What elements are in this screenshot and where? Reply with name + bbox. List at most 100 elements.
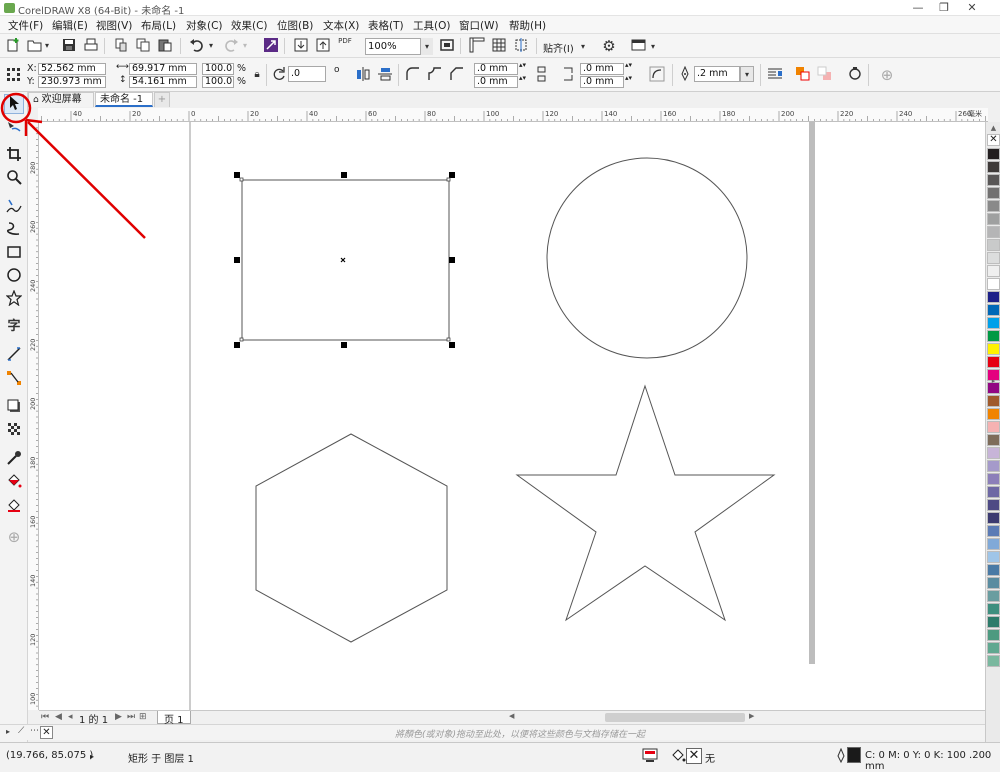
text-tool-icon[interactable]: 字: [4, 317, 24, 337]
round-corner-icon[interactable]: [404, 66, 422, 84]
snap-dropdown-icon[interactable]: ▾: [578, 38, 588, 56]
corner-radius-bottom-right[interactable]: .0 mm: [580, 76, 624, 88]
lock-corners-icon[interactable]: [534, 66, 552, 84]
zoom-dropdown-icon[interactable]: ▾: [420, 38, 433, 55]
palette-swatch[interactable]: [987, 421, 1000, 433]
snap-to-dropdown[interactable]: 贴齐(I): [543, 40, 574, 55]
palette-swatch[interactable]: [987, 447, 1000, 459]
scroll-left-icon[interactable]: ◀: [509, 712, 519, 723]
palette-swatch[interactable]: [987, 174, 1000, 186]
palette-swatch[interactable]: [987, 616, 1000, 628]
text-wrap-icon[interactable]: [766, 66, 784, 84]
palette-swatch[interactable]: [987, 473, 1000, 485]
palette-swatch[interactable]: [987, 239, 1000, 251]
last-page-icon[interactable]: ⏭: [127, 712, 135, 722]
y-position-field[interactable]: 230.973 mm: [38, 76, 106, 88]
redo-dropdown-icon[interactable]: ▾: [240, 37, 250, 55]
palette-menu-icon[interactable]: ▸: [6, 727, 10, 736]
menu-edit[interactable]: 编辑(E): [52, 18, 88, 33]
selection-handle[interactable]: [234, 257, 240, 263]
palette-swatch[interactable]: [987, 408, 1000, 420]
smart-fill-icon[interactable]: [4, 496, 24, 516]
menu-file[interactable]: 文件(F): [8, 18, 43, 33]
shape-tool-icon[interactable]: [4, 119, 24, 139]
palette-swatch[interactable]: [987, 590, 1000, 602]
palette-swatch[interactable]: [987, 395, 1000, 407]
export-icon[interactable]: [314, 37, 332, 55]
palette-swatch[interactable]: [987, 213, 1000, 225]
menu-table[interactable]: 表格(T): [368, 18, 404, 33]
menu-effects[interactable]: 效果(C): [231, 18, 268, 33]
menu-layout[interactable]: 布局(L): [141, 18, 176, 33]
undo-icon[interactable]: [188, 37, 206, 55]
add-property-icon[interactable]: ⊕: [878, 66, 896, 84]
close-button[interactable]: ✕: [960, 0, 984, 16]
print-icon[interactable]: [82, 37, 100, 55]
rotation-angle-field[interactable]: .0: [288, 66, 326, 82]
palette-swatch[interactable]: [987, 551, 1000, 563]
to-front-icon[interactable]: [794, 66, 812, 84]
menu-bitmaps[interactable]: 位图(B): [277, 18, 313, 33]
corner-spinner-icon[interactable]: ▴▾: [625, 61, 632, 69]
eyedropper-small-icon[interactable]: ⟋: [18, 726, 24, 736]
no-color-swatch[interactable]: ✕: [40, 726, 53, 739]
palette-swatch[interactable]: [987, 356, 1000, 368]
selection-handle[interactable]: [449, 172, 455, 178]
palette-swatch[interactable]: [987, 577, 1000, 589]
mirror-vertical-icon[interactable]: [376, 66, 394, 84]
x-position-field[interactable]: 52.562 mm: [38, 63, 106, 75]
first-page-icon[interactable]: ⏮: [41, 712, 49, 722]
parallel-dimension-icon[interactable]: [4, 346, 24, 366]
cut-icon[interactable]: [112, 37, 130, 55]
palette-swatch[interactable]: [987, 200, 1000, 212]
horizontal-scrollbar-thumb[interactable]: [605, 713, 745, 722]
next-page-icon[interactable]: ▶: [115, 712, 122, 722]
scale-y-field[interactable]: 100.0: [202, 76, 234, 88]
publish-pdf-icon[interactable]: PDF: [336, 37, 354, 55]
object-origin-icon[interactable]: [4, 66, 22, 84]
page-tab[interactable]: 页 1: [157, 711, 191, 726]
zoom-tool-icon[interactable]: [4, 169, 24, 189]
selection-handle[interactable]: [234, 172, 240, 178]
outline-width-field[interactable]: .2 mm: [694, 66, 740, 82]
object-height-field[interactable]: 54.161 mm: [129, 76, 197, 88]
save-icon[interactable]: [60, 37, 78, 55]
palette-options-icon[interactable]: ⋯: [30, 726, 39, 736]
transparency-icon[interactable]: [4, 421, 24, 441]
palette-swatch[interactable]: [987, 304, 1000, 316]
palette-swatch[interactable]: [987, 161, 1000, 173]
outline-color-swatch[interactable]: [847, 747, 861, 763]
palette-swatch[interactable]: [987, 252, 1000, 264]
palette-swatch[interactable]: [987, 499, 1000, 511]
minimize-button[interactable]: —: [906, 0, 930, 16]
tab-document[interactable]: 未命名 -1: [95, 92, 153, 107]
palette-swatch[interactable]: [987, 265, 1000, 277]
corner-spinner-icon[interactable]: ▴▾: [519, 74, 526, 82]
palette-swatch[interactable]: [987, 330, 1000, 342]
menu-view[interactable]: 视图(V): [96, 18, 132, 33]
palette-swatch[interactable]: [987, 434, 1000, 446]
connector-tool-icon[interactable]: [4, 370, 24, 390]
search-content-icon[interactable]: [262, 37, 280, 55]
show-guidelines-icon[interactable]: [512, 37, 530, 55]
menu-help[interactable]: 帮助(H): [509, 18, 546, 33]
drawing-canvas[interactable]: [39, 122, 985, 710]
prev-page-icon[interactable]: ◀: [55, 712, 62, 722]
artistic-media-icon[interactable]: [4, 220, 24, 240]
selection-handle[interactable]: [234, 342, 240, 348]
prev-step-icon[interactable]: ◂: [68, 712, 73, 722]
scroll-right-icon[interactable]: ▶: [749, 712, 759, 723]
selection-handle[interactable]: [449, 342, 455, 348]
selection-handle[interactable]: [341, 172, 347, 178]
lock-ratio-icon[interactable]: 🔒︎: [248, 66, 266, 84]
horizontal-ruler[interactable]: 40 20 0 20 40 60 80 100 120 140 160 180 200 220 240 260…: [38, 108, 988, 122]
restore-button[interactable]: ❐: [932, 0, 956, 16]
polygon-tool-icon[interactable]: [4, 289, 24, 310]
menu-object[interactable]: 对象(C): [186, 18, 223, 33]
fill-none-swatch[interactable]: ✕: [686, 748, 702, 764]
menu-tools[interactable]: 工具(O): [413, 18, 450, 33]
palette-swatch[interactable]: [987, 226, 1000, 238]
palette-swatch[interactable]: [987, 148, 1000, 160]
vertical-ruler[interactable]: 280 260 240 220 200 180 160 140 120 100: [28, 122, 39, 710]
palette-swatch[interactable]: [987, 317, 1000, 329]
